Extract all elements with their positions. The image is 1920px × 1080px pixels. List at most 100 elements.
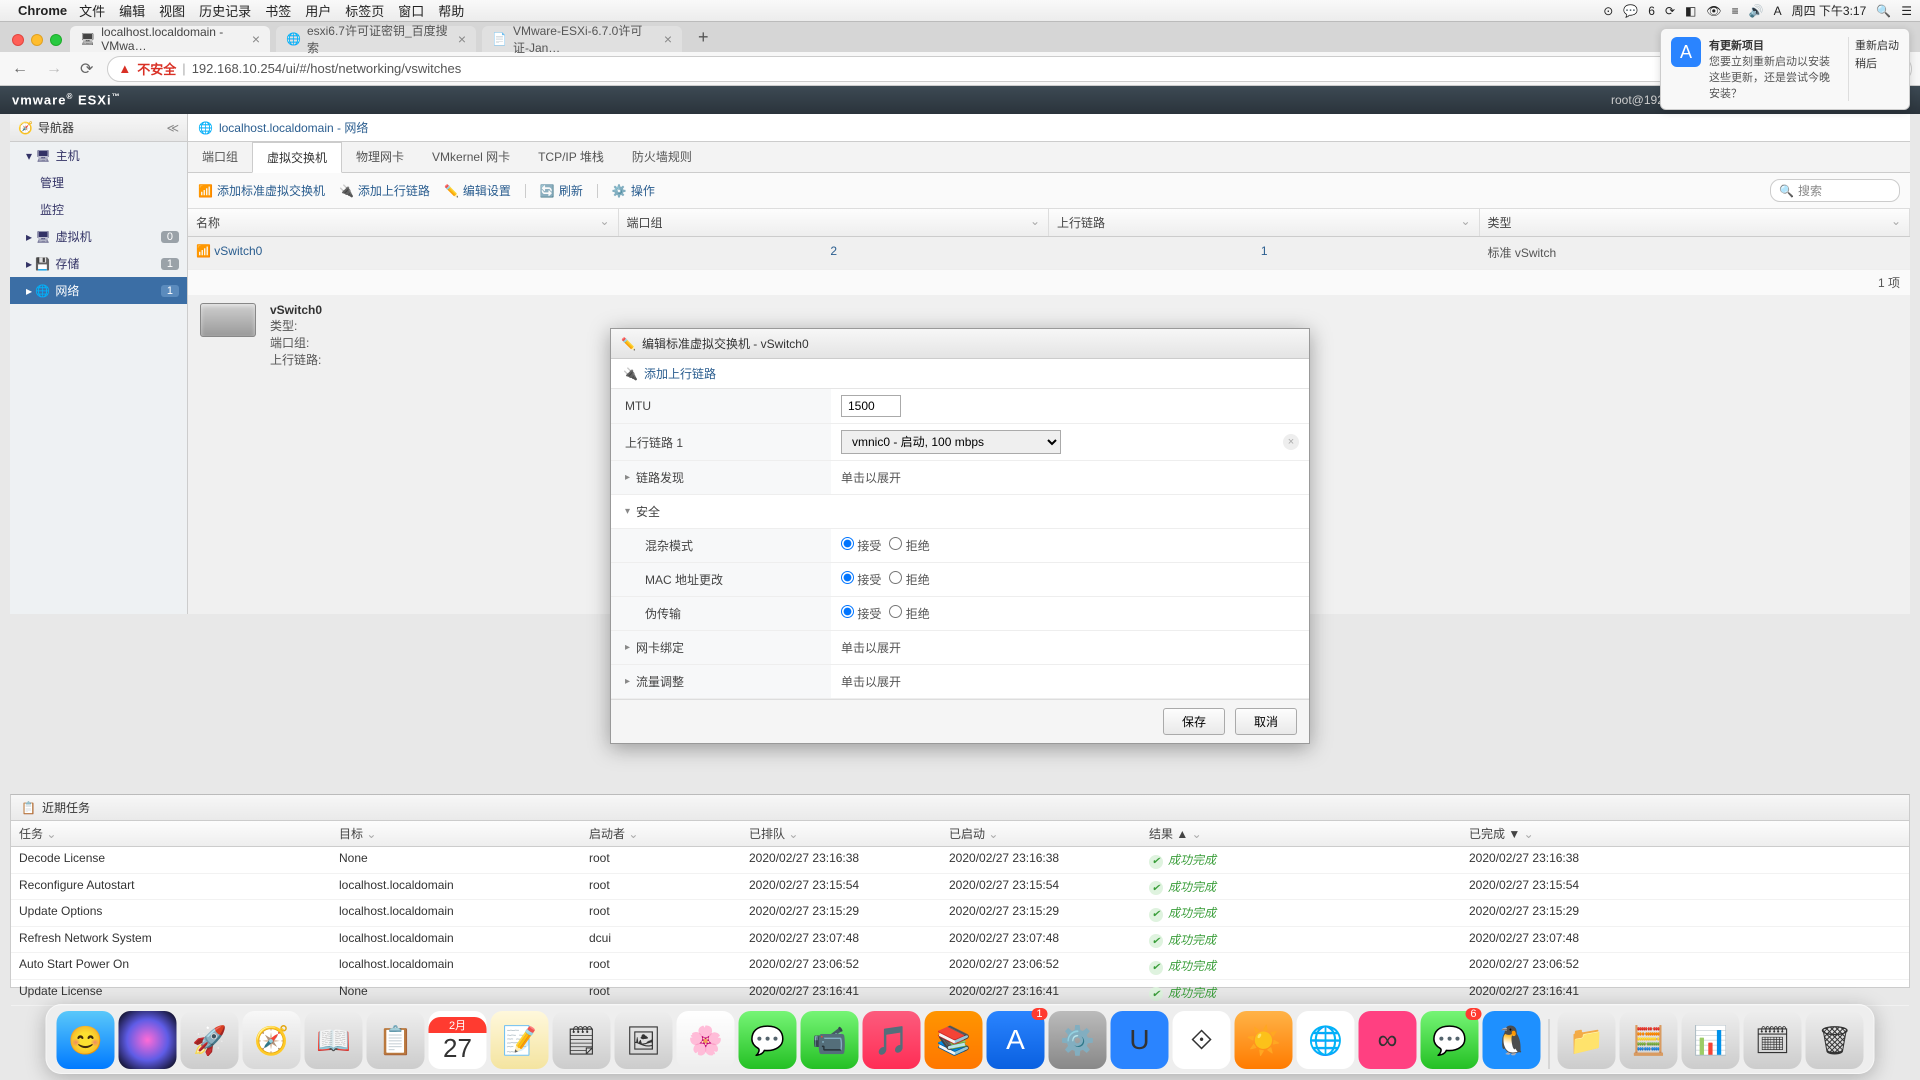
wechat-status-icon[interactable]: 💬 xyxy=(1623,4,1638,18)
field-security[interactable]: ▾ 安全 xyxy=(611,495,1309,529)
menu-window[interactable]: 窗口 xyxy=(398,1,424,20)
col-target[interactable]: 目标 ⌄ xyxy=(331,821,581,846)
sidebar-item-vm[interactable]: ▸ 🖥 虚拟机0 xyxy=(10,223,187,250)
task-row[interactable]: Decode LicenseNoneroot2020/02/27 23:16:3… xyxy=(11,847,1909,874)
field-teaming[interactable]: ▸ 网卡绑定 单击以展开 xyxy=(611,631,1309,665)
col-queued[interactable]: 已排队 ⌄ xyxy=(741,821,941,846)
search-icon[interactable]: 🔍 xyxy=(1876,4,1891,18)
dock-facetime[interactable]: 📹 xyxy=(801,1011,859,1069)
dock-recent-1[interactable]: 📁 xyxy=(1558,1011,1616,1069)
forward-button[interactable]: → xyxy=(42,58,66,80)
app-icon[interactable]: ◧ xyxy=(1685,4,1696,18)
edit-settings-button[interactable]: ✏️ 编辑设置 xyxy=(444,182,511,199)
dialog-add-uplink[interactable]: 🔌 添加上行链路 xyxy=(611,359,1309,389)
add-uplink-button[interactable]: 🔌 添加上行链路 xyxy=(339,182,430,199)
notif-later-button[interactable]: 稍后 xyxy=(1855,55,1899,71)
uplink1-select[interactable]: vmnic0 - 启动, 100 mbps xyxy=(841,430,1061,454)
nvidia-icon[interactable]: 👁 xyxy=(1706,4,1721,18)
col-type[interactable]: 类型 ⌄ xyxy=(1480,209,1911,236)
toolbar-search[interactable]: 🔍 搜索 xyxy=(1770,179,1900,202)
dock-chrome[interactable]: 🌐 xyxy=(1297,1011,1355,1069)
menu-user[interactable]: 用户 xyxy=(305,1,331,20)
add-vswitch-button[interactable]: 📶 添加标准虚拟交换机 xyxy=(198,182,325,199)
task-row[interactable]: Refresh Network Systemlocalhost.localdom… xyxy=(11,927,1909,954)
tab-pnics[interactable]: 物理网卡 xyxy=(342,142,418,172)
dock-siri[interactable] xyxy=(119,1011,177,1069)
close-tab-icon[interactable]: × xyxy=(252,31,260,47)
refresh-button[interactable]: 🔄 刷新 xyxy=(540,182,583,199)
dock-qq[interactable]: 🐧 xyxy=(1483,1011,1541,1069)
promisc-accept[interactable]: 接受 xyxy=(841,537,881,554)
col-completed[interactable]: 已完成 ▼ ⌄ xyxy=(1461,821,1909,846)
field-shaping[interactable]: ▸ 流量调整 单击以展开 xyxy=(611,665,1309,699)
security-badge[interactable]: 不安全 xyxy=(137,59,176,78)
status-icon[interactable]: ⊙ xyxy=(1603,4,1613,18)
field-link-discovery[interactable]: ▸ 链路发现 单击以展开 xyxy=(611,461,1309,495)
col-name[interactable]: 名称 ⌄ xyxy=(188,209,619,236)
col-task[interactable]: 任务 ⌄ xyxy=(11,821,331,846)
col-started[interactable]: 已启动 ⌄ xyxy=(941,821,1141,846)
task-row[interactable]: Auto Start Power Onlocalhost.localdomain… xyxy=(11,953,1909,980)
tasks-header[interactable]: 📋 近期任务 xyxy=(11,795,1909,821)
volume-icon[interactable]: 🔊 xyxy=(1749,4,1764,18)
tab-2[interactable]: 📄VMware-ESXi-6.7.0许可证-Jan…× xyxy=(482,26,682,52)
dock-stickies[interactable]: 🗒 xyxy=(553,1011,611,1069)
remove-uplink-icon[interactable]: × xyxy=(1283,434,1299,450)
mac-accept[interactable]: 接受 xyxy=(841,571,881,588)
dock-app-1[interactable]: U xyxy=(1111,1011,1169,1069)
actions-menu[interactable]: ⚙️ 操作 xyxy=(612,182,655,199)
menu-view[interactable]: 视图 xyxy=(159,1,185,20)
task-row[interactable]: Update Optionslocalhost.localdomainroot2… xyxy=(11,900,1909,927)
sidebar-item-monitor[interactable]: 监控 xyxy=(10,196,187,223)
tab-tcpip[interactable]: TCP/IP 堆栈 xyxy=(524,142,618,172)
sidebar-item-network[interactable]: ▸ 🌐 网络1 xyxy=(10,277,187,304)
back-button[interactable]: ← xyxy=(8,58,32,80)
col-uplinks[interactable]: 上行链路 ⌄ xyxy=(1049,209,1480,236)
dock-contacts[interactable]: 📖 xyxy=(305,1011,363,1069)
col-initiator[interactable]: 启动者 ⌄ xyxy=(581,821,741,846)
dock-trash[interactable]: 🗑 xyxy=(1806,1011,1864,1069)
dock-notes[interactable]: 📝 xyxy=(491,1011,549,1069)
clock[interactable]: 周四 下午3:17 xyxy=(1792,2,1867,19)
close-window[interactable] xyxy=(12,34,24,46)
new-tab-button[interactable]: + xyxy=(688,27,719,52)
dock-safari[interactable]: 🧭 xyxy=(243,1011,301,1069)
vswitch-row-0[interactable]: 📶 vSwitch0 2 1 标准 vSwitch xyxy=(188,237,1910,269)
dock-recent-4[interactable]: 🗓 xyxy=(1744,1011,1802,1069)
menu-edit[interactable]: 编辑 xyxy=(119,1,145,20)
dock-music[interactable]: 🎵 xyxy=(863,1011,921,1069)
tab-vswitches[interactable]: 虚拟交换机 xyxy=(252,142,342,173)
menu-bookmarks[interactable]: 书签 xyxy=(265,1,291,20)
menubar-app[interactable]: Chrome xyxy=(18,3,67,18)
mtu-input[interactable] xyxy=(841,395,901,417)
address-bar[interactable]: ▲ 不安全 | 192.168.10.254/ui/#/host/network… xyxy=(107,56,1912,82)
dock-messages[interactable]: 💬 xyxy=(739,1011,797,1069)
dock-app-2[interactable]: ⟐ xyxy=(1173,1011,1231,1069)
mac-reject[interactable]: 拒绝 xyxy=(889,571,929,588)
close-tab-icon[interactable]: × xyxy=(458,31,466,47)
dock-app-3[interactable]: ☀️ xyxy=(1235,1011,1293,1069)
minimize-window[interactable] xyxy=(31,34,43,46)
reload-button[interactable]: ⟳ xyxy=(76,57,97,81)
tab-1[interactable]: 🌐esxi6.7许可证密钥_百度搜索× xyxy=(276,26,476,52)
menu-file[interactable]: 文件 xyxy=(79,1,105,20)
dock-sysprefs[interactable]: ⚙️ xyxy=(1049,1011,1107,1069)
dock-reminders[interactable]: 📋 xyxy=(367,1011,425,1069)
tab-vmknics[interactable]: VMkernel 网卡 xyxy=(418,142,524,172)
promisc-reject[interactable]: 拒绝 xyxy=(889,537,929,554)
forged-accept[interactable]: 接受 xyxy=(841,605,881,622)
dock-app-4[interactable]: ∞ xyxy=(1359,1011,1417,1069)
tab-firewall[interactable]: 防火墙规则 xyxy=(618,142,706,172)
menu-history[interactable]: 历史记录 xyxy=(199,1,251,20)
dock-wechat[interactable]: 💬 xyxy=(1421,1011,1479,1069)
tab-0[interactable]: 🖥localhost.localdomain - VMwa…× xyxy=(70,26,270,52)
tab-portgroups[interactable]: 端口组 xyxy=(188,142,252,172)
collapse-icon[interactable]: ≪ xyxy=(166,121,179,135)
dock-appstore[interactable]: A xyxy=(987,1011,1045,1069)
cancel-button[interactable]: 取消 xyxy=(1235,708,1297,735)
col-result[interactable]: 结果 ▲ ⌄ xyxy=(1141,821,1461,846)
close-tab-icon[interactable]: × xyxy=(664,31,672,47)
dock-photos[interactable]: 🌸 xyxy=(677,1011,735,1069)
input-icon[interactable]: A xyxy=(1774,4,1782,18)
task-row[interactable]: Reconfigure Autostartlocalhost.localdoma… xyxy=(11,874,1909,901)
